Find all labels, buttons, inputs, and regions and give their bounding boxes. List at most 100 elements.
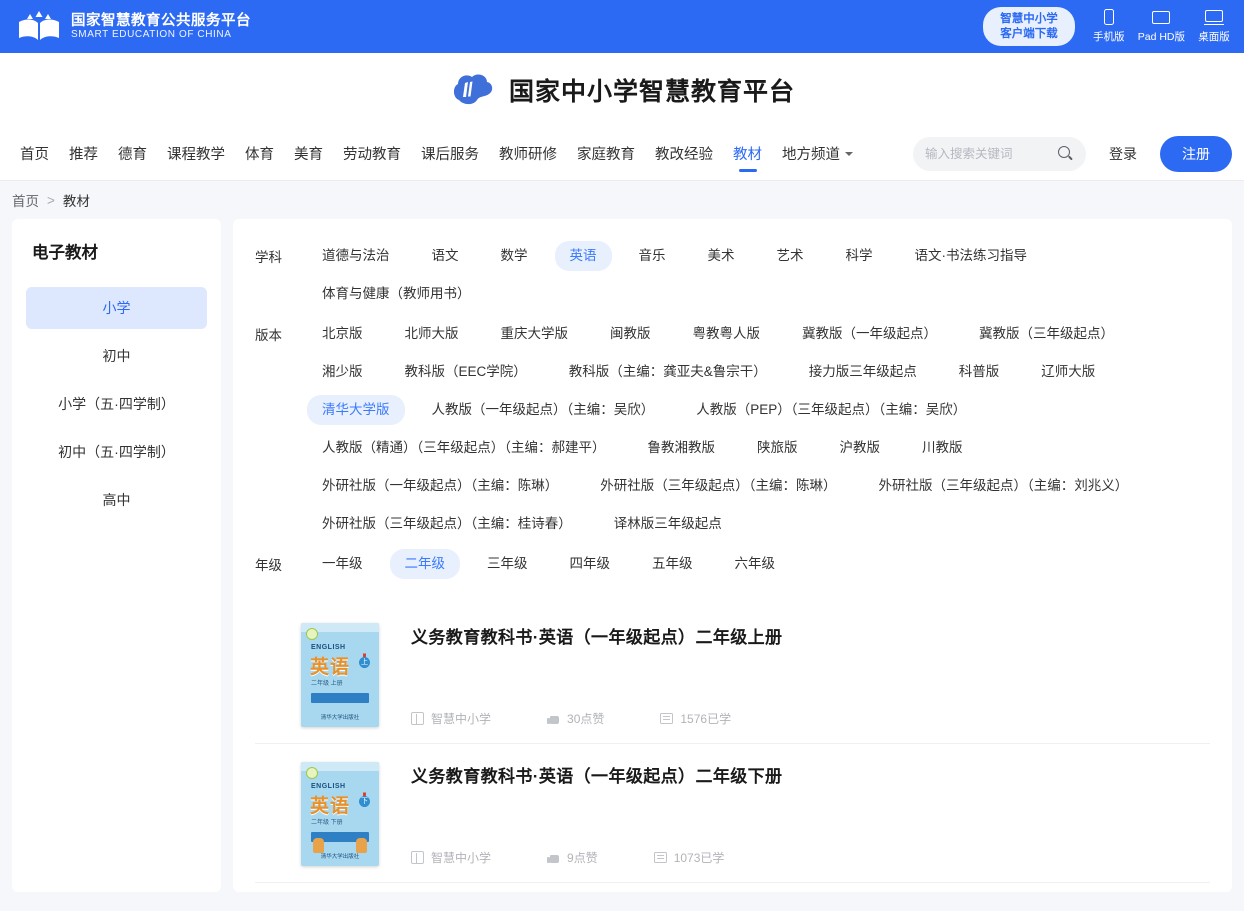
chip-edition-chuanjiao[interactable]: 川教版 — [907, 433, 978, 463]
client-download-button[interactable]: 智慧中小学 客户端下载 — [983, 7, 1075, 46]
chip-edition-liaoshida[interactable]: 辽师大版 — [1026, 357, 1110, 387]
chip-edition-jiaokeban-eec[interactable]: 教科版（EEC学院） — [390, 357, 542, 387]
nav-item-art[interactable]: 美育 — [284, 127, 333, 181]
login-button[interactable]: 登录 — [1096, 138, 1150, 170]
main-nav: 首页 推荐 德育 课程教学 体育 美育 劳动教育 课后服务 教师研修 家庭教育 … — [0, 127, 1244, 181]
nav-item-reform-experience[interactable]: 教改经验 — [645, 127, 723, 181]
book-likes-label: 9点赞 — [567, 851, 598, 865]
sidebar-item-junior-54[interactable]: 初中（五·四学制） — [26, 431, 207, 473]
chip-grade-3[interactable]: 三年级 — [472, 549, 543, 579]
chip-edition-xiangshao[interactable]: 湘少版 — [307, 357, 378, 387]
chip-edition-jijiao-g3[interactable]: 冀教版（三年级起点） — [964, 319, 1129, 349]
chip-subject-science[interactable]: 科学 — [831, 241, 888, 271]
book-studied: 1073已学 — [653, 849, 725, 866]
nav-item-labor[interactable]: 劳动教育 — [333, 127, 411, 181]
download-phone-label: 手机版 — [1092, 31, 1125, 43]
nav-item-course[interactable]: 课程教学 — [157, 127, 235, 181]
nav-item-recommend[interactable]: 推荐 — [59, 127, 108, 181]
book-cover-volume: 下 — [359, 796, 370, 807]
search-icon[interactable] — [1058, 145, 1074, 162]
study-count-icon — [660, 712, 674, 725]
chip-edition-lujiaoxiangjiao[interactable]: 鲁教湘教版 — [633, 433, 731, 463]
download-desktop[interactable]: 桌面版 — [1194, 9, 1234, 44]
chip-grade-2[interactable]: 二年级 — [389, 549, 460, 579]
chip-edition-bsd[interactable]: 北师大版 — [390, 319, 474, 349]
chip-edition-waiyanshe-g1-chenlin[interactable]: 外研社版（一年级起点）（主编：陈琳） — [307, 471, 573, 501]
chip-edition-yilin-g3[interactable]: 译林版三年级起点 — [599, 509, 737, 539]
nav-item-afterschool[interactable]: 课后服务 — [411, 127, 489, 181]
chip-subject-music[interactable]: 音乐 — [624, 241, 681, 271]
table-row[interactable]: ENGLISH 英语 ! 上 二年级 上册 清华大学出版社 义务教育教科书·英语… — [255, 605, 1210, 744]
chip-subject-calligraphy[interactable]: 语文·书法练习指导 — [900, 241, 1043, 271]
sidebar-item-label: 初中 — [102, 348, 131, 364]
chip-grade-6[interactable]: 六年级 — [720, 549, 791, 579]
chip-edition-shaanlv[interactable]: 陕旅版 — [742, 433, 813, 463]
chip-subject-english[interactable]: 英语 — [554, 241, 612, 271]
download-pad[interactable]: Pad HD版 — [1138, 9, 1185, 44]
book-source-label: 智慧中小学 — [431, 851, 492, 865]
book-title[interactable]: 义务教育教科书·英语（一年级起点）二年级上册 — [411, 623, 1190, 648]
chip-subject-fineart[interactable]: 美术 — [693, 241, 750, 271]
chip-edition-chongqing[interactable]: 重庆大学版 — [486, 319, 584, 349]
book-likes: 30点赞 — [547, 710, 604, 727]
chip-edition-renjiao-jingtong[interactable]: 人教版（精通）（三年级起点）（主编：郝建平） — [307, 433, 621, 463]
nav-item-home[interactable]: 首页 — [10, 127, 59, 181]
open-book-logo-icon — [16, 10, 62, 44]
chip-edition-renjiao-g1[interactable]: 人教版（一年级起点）（主编：吴欣） — [417, 395, 670, 425]
chip-subject-pe-health[interactable]: 体育与健康（教师用书） — [307, 279, 486, 309]
chip-edition-hujiao[interactable]: 沪教版 — [825, 433, 896, 463]
page-brand-title: 国家中小学智慧教育平台 — [508, 77, 795, 106]
book-cover-volume: 上 — [359, 657, 370, 668]
filter-row-edition: 版本 北京版 北师大版 重庆大学版 闽教版 粤教粤人版 冀教版（一年级起点） 冀… — [255, 315, 1210, 543]
sidebar-item-senior[interactable]: 高中 — [26, 479, 207, 521]
chip-edition-beijing[interactable]: 北京版 — [307, 319, 378, 349]
chip-subject-morality[interactable]: 道德与法治 — [307, 241, 405, 271]
nav-item-moral[interactable]: 德育 — [108, 127, 157, 181]
search-input[interactable] — [925, 146, 1052, 161]
chip-grade-4[interactable]: 四年级 — [555, 549, 626, 579]
chip-subject-chinese[interactable]: 语文 — [417, 241, 474, 271]
download-phone[interactable]: 手机版 — [1089, 9, 1129, 44]
chip-edition-yuejiao[interactable]: 粤教粤人版 — [678, 319, 776, 349]
sidebar-item-junior[interactable]: 初中 — [26, 335, 207, 377]
book-cover-publisher: 清华大学出版社 — [320, 715, 360, 721]
nav-item-pe[interactable]: 体育 — [235, 127, 284, 181]
book-studied-label: 1073已学 — [673, 851, 725, 865]
sidebar-item-primary[interactable]: 小学 — [26, 287, 207, 329]
subject-chip-list: 道德与法治 语文 数学 英语 音乐 美术 艺术 科学 语文·书法练习指导 体育与… — [301, 237, 1210, 313]
chip-grade-1[interactable]: 一年级 — [307, 549, 378, 579]
chip-grade-5[interactable]: 五年级 — [637, 549, 708, 579]
gov-logo[interactable]: 国家智慧教育公共服务平台 SMART EDUCATION OF CHINA — [0, 10, 251, 44]
nav-item-local-channel[interactable]: 地方频道 — [772, 127, 863, 181]
chip-edition-waiyanshe-g3-guishichun[interactable]: 外研社版（三年级起点）（主编：桂诗春） — [307, 509, 587, 539]
book-cover-publisher: 清华大学出版社 — [320, 854, 360, 860]
chip-subject-arts[interactable]: 艺术 — [762, 241, 819, 271]
book-likes: 9点赞 — [547, 849, 598, 866]
chip-edition-waiyanshe-g3-chenlin[interactable]: 外研社版（三年级起点）（主编：陈琳） — [585, 471, 851, 501]
nav-label: 教材 — [733, 147, 762, 163]
source-icon — [411, 712, 424, 725]
nav-item-family-education[interactable]: 家庭教育 — [567, 127, 645, 181]
phone-icon — [1099, 9, 1119, 26]
topbar-right-group: 智慧中小学 客户端下载 手机版 Pad HD版 桌面版 — [983, 0, 1234, 53]
sidebar-item-primary-54[interactable]: 小学（五·四学制） — [26, 383, 207, 425]
chip-edition-waiyanshe-g3-liuzhaoyi[interactable]: 外研社版（三年级起点）（主编：刘兆义） — [864, 471, 1144, 501]
breadcrumb-home[interactable]: 首页 — [12, 190, 39, 210]
book-title[interactable]: 义务教育教科书·英语（一年级起点）二年级下册 — [411, 762, 1190, 787]
nav-label: 美育 — [294, 147, 323, 163]
chip-edition-kepu[interactable]: 科普版 — [944, 357, 1015, 387]
book-cover-english: ENGLISH — [311, 783, 346, 790]
chip-edition-jiaokeban-gong[interactable]: 教科版（主编：龚亚夫&鲁宗干） — [554, 357, 782, 387]
chip-edition-tsinghua[interactable]: 清华大学版 — [307, 395, 405, 425]
register-button[interactable]: 注册 — [1160, 135, 1232, 172]
search-box[interactable] — [913, 136, 1086, 171]
chip-subject-math[interactable]: 数学 — [486, 241, 543, 271]
nav-item-teacher-training[interactable]: 教师研修 — [489, 127, 567, 181]
table-row[interactable]: ENGLISH 英语 ! 下 二年级 下册 清华大学出版社 义务教育教科书·英语… — [255, 744, 1210, 883]
chip-edition-minjiao[interactable]: 闽教版 — [595, 319, 666, 349]
chip-edition-jijiao-g1[interactable]: 冀教版（一年级起点） — [787, 319, 952, 349]
chip-edition-jieli-g3[interactable]: 接力版三年级起点 — [794, 357, 932, 387]
breadcrumb: 首页 > 教材 — [0, 181, 1244, 219]
chip-edition-renjiao-pep[interactable]: 人教版（PEP）（三年级起点）（主编：吴欣） — [681, 395, 981, 425]
nav-item-textbooks[interactable]: 教材 — [723, 127, 772, 181]
